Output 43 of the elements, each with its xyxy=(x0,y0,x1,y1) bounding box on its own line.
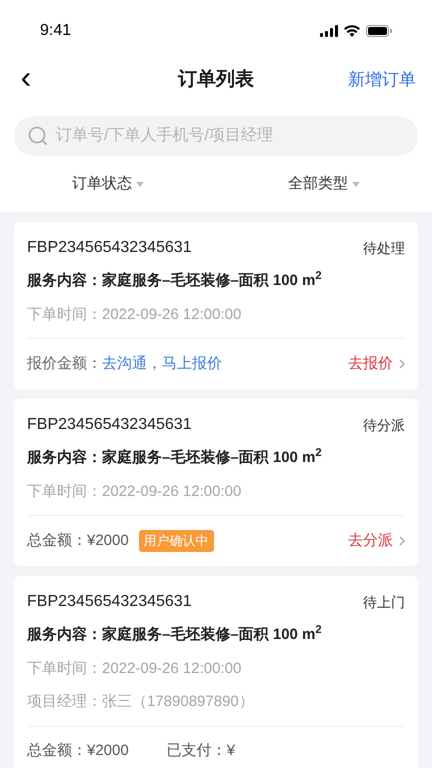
signal-icon xyxy=(320,25,338,37)
filter-dropdown[interactable]: 全部类型 xyxy=(288,172,360,196)
service-content: 服务内容：家庭服务–毛坯装修–面积 100 m$^{2}$ xyxy=(27,624,323,645)
wifi-icon xyxy=(344,25,360,37)
quote-link[interactable]: 去沟通，马上报价 xyxy=(102,352,222,376)
action-link[interactable]: 去报价 xyxy=(348,352,405,376)
clock: 9:41 xyxy=(40,21,72,41)
detail-label: 下单时间： xyxy=(27,482,102,502)
detail-value: 2022-09-26 12:00:00 xyxy=(102,304,242,324)
service-content: 服务内容：家庭服务–毛坯装修–面积 100 m$^{2}$ xyxy=(27,447,323,468)
page-title: 订单列表 xyxy=(178,68,254,92)
order-status: 待上门 xyxy=(363,592,405,612)
service-content: 服务内容：家庭服务–毛坯装修–面积 100 m$^{2}$ xyxy=(27,270,323,291)
order-card[interactable]: FBP234565432345631 待分派 服务内容：家庭服务–毛坯装修–面积 100 m$^{2}$ 下单时间：2022-09-26 12:00:00 总金额：¥2000 用户确认中 去分派 xyxy=(14,399,418,566)
order-card[interactable]: FBP234565432345631 待处理 服务内容：家庭服务–毛坯装修–面积 100 m$^{2}$ 下单时间：2022-09-26 12:00:00 报价金额：去沟通，马上报价 去报价 xyxy=(14,222,418,389)
detail-label: 项目经理： xyxy=(27,692,102,712)
detail-label: 下单时间： xyxy=(27,304,102,324)
amount-text: 已支付：¥ xyxy=(166,741,236,762)
order-number: FBP234565432345631 xyxy=(27,415,192,435)
search-icon xyxy=(28,126,48,146)
order-number: FBP234565432345631 xyxy=(27,592,192,612)
battery-icon xyxy=(366,25,392,37)
detail-label: 下单时间： xyxy=(27,658,102,678)
status-badge: 用户确认中 xyxy=(138,530,214,552)
detail-value: 2022-09-26 12:00:00 xyxy=(102,658,242,678)
order-status: 待处理 xyxy=(363,238,405,258)
order-card[interactable]: FBP234565432345631 待上门 服务内容：家庭服务–毛坯装修–面积 100 m$^{2}$ 下单时间：2022-09-26 12:00:00 项目经理：张三（17890897890） 总金额：¥2000 已支付：¥ xyxy=(14,576,418,768)
back-button[interactable]: ‹ xyxy=(16,61,36,93)
amount-text: 总金额：¥2000 xyxy=(27,741,129,762)
quote-label: 报价金额： xyxy=(27,354,102,374)
order-status: 待分派 xyxy=(363,416,405,434)
filter-dropdown[interactable]: 订单状态 xyxy=(72,172,144,196)
action-link[interactable]: 去分派 xyxy=(348,530,405,552)
new-order-link[interactable]: 新增订单 xyxy=(348,67,416,93)
caret-icon xyxy=(136,182,144,186)
detail-value: 2022-09-26 12:00:00 xyxy=(102,482,242,502)
chevron-icon xyxy=(399,536,405,546)
search-field[interactable]: 订单号/下单人手机号/项目经理 xyxy=(14,116,418,156)
chevron-icon xyxy=(399,359,405,369)
order-number: FBP234565432345631 xyxy=(27,238,192,258)
caret-icon xyxy=(352,182,360,186)
amount-text: 总金额：¥2000 xyxy=(27,530,129,551)
detail-value: 张三（17890897890） xyxy=(102,692,254,712)
